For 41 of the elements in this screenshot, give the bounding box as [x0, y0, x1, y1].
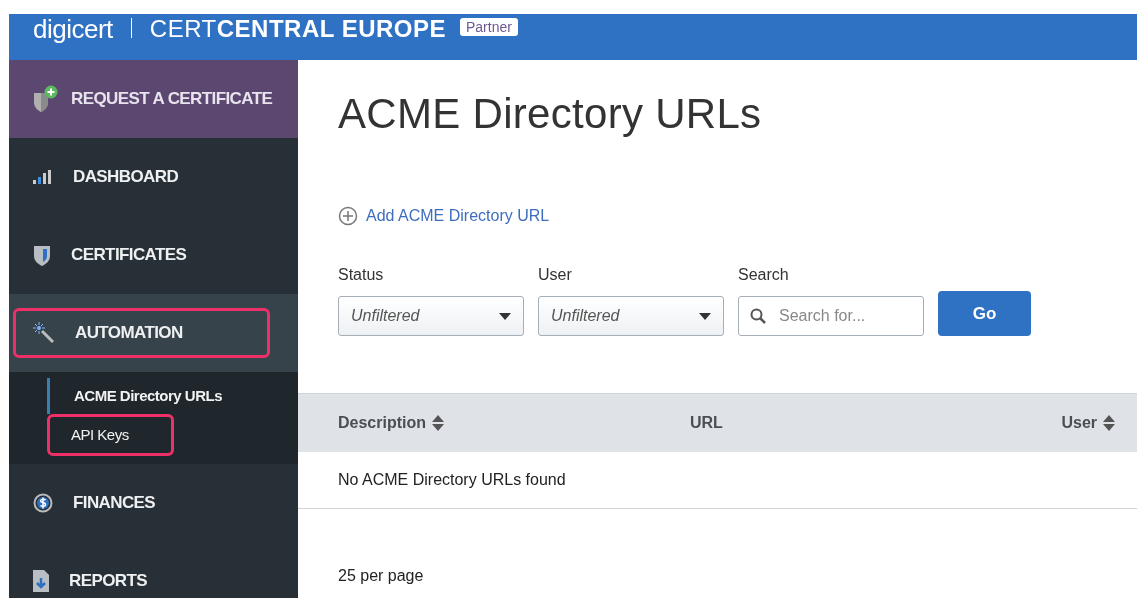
nav-label: CERTIFICATES — [71, 245, 187, 265]
filter-label: Status — [338, 266, 385, 284]
column-header[interactable]: Description — [338, 414, 426, 432]
request-certificate-button[interactable]: REQUEST A CERTIFICATE — [9, 60, 298, 138]
product-name: CERTCENTRAL EUROPE — [149, 14, 446, 44]
document-download-icon — [33, 570, 49, 592]
search-field[interactable]: Search for... — [738, 296, 924, 336]
nav-label: FINANCES — [73, 493, 156, 513]
nav-item[interactable]: FINANCES — [9, 464, 298, 542]
plus-circle-icon — [338, 206, 358, 226]
filter-dropdown[interactable]: Unfiltered — [338, 296, 524, 336]
column-header[interactable]: User — [1061, 414, 1097, 432]
submenu-item[interactable]: API Keys — [47, 414, 174, 456]
caret-icon — [699, 312, 711, 320]
logo[interactable]: digicert — [33, 14, 113, 44]
shield-plus-icon — [33, 85, 59, 113]
nav-item[interactable]: AUTOMATION — [9, 294, 298, 372]
page-title: ACME Directory URLs — [338, 90, 763, 138]
sort-icon[interactable] — [1103, 415, 1115, 431]
add-link[interactable]: Add ACME Directory URL — [338, 206, 550, 226]
page-size-label: 25 per page — [338, 567, 425, 585]
empty-message: No ACME Directory URLs found — [338, 471, 566, 489]
go-button[interactable]: Go — [938, 291, 1031, 336]
nav-item[interactable]: REPORTS — [9, 542, 298, 598]
nav-label: REPORTS — [69, 571, 147, 591]
shield-icon — [33, 244, 51, 266]
dollar-coin-icon — [33, 493, 53, 513]
column-header: URL — [690, 414, 723, 432]
nav-item[interactable]: DASHBOARD — [9, 138, 298, 216]
partner-badge: Partner — [460, 18, 518, 36]
filter-label: User — [538, 266, 573, 284]
caret-icon — [499, 312, 511, 320]
submenu-item[interactable]: ACME Directory URLs — [47, 378, 223, 414]
nav-label: AUTOMATION — [75, 323, 183, 343]
filter-dropdown[interactable]: Unfiltered — [538, 296, 724, 336]
sort-icon[interactable] — [432, 415, 444, 431]
nav-label: DASHBOARD — [73, 167, 179, 187]
magic-wand-icon — [33, 322, 55, 344]
bar-chart-icon — [33, 170, 53, 184]
filter-label: Search — [738, 266, 790, 284]
nav-item[interactable]: CERTIFICATES — [9, 216, 298, 294]
